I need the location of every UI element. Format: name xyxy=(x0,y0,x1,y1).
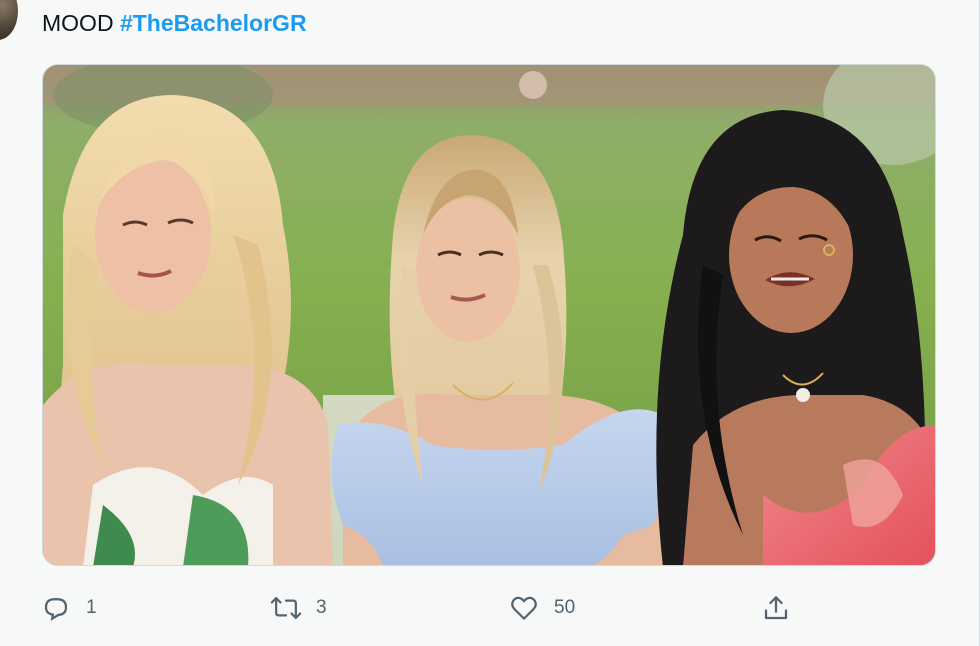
tweet-photo[interactable] xyxy=(42,64,936,566)
tweet-text-body: MOOD xyxy=(42,10,120,36)
like-button[interactable]: 50 xyxy=(508,586,575,630)
heart-icon xyxy=(508,592,540,624)
share-button[interactable] xyxy=(760,586,792,630)
retweet-count: 3 xyxy=(316,597,327,618)
reply-count: 1 xyxy=(86,597,97,618)
photo-illustration xyxy=(43,65,935,565)
reply-button[interactable]: 1 xyxy=(40,586,97,630)
tweet-text: MOOD #TheBachelorGR xyxy=(42,8,307,38)
tweet: MOOD #TheBachelorGR 1 3 50 xyxy=(0,0,980,646)
avatar[interactable] xyxy=(0,0,18,40)
tweet-actions: 1 3 50 xyxy=(0,586,980,630)
share-icon xyxy=(760,592,792,624)
retweet-icon xyxy=(270,592,302,624)
hashtag-link[interactable]: #TheBachelorGR xyxy=(120,10,307,36)
like-count: 50 xyxy=(554,597,576,618)
retweet-button[interactable]: 3 xyxy=(270,586,327,630)
reply-icon xyxy=(40,592,72,624)
